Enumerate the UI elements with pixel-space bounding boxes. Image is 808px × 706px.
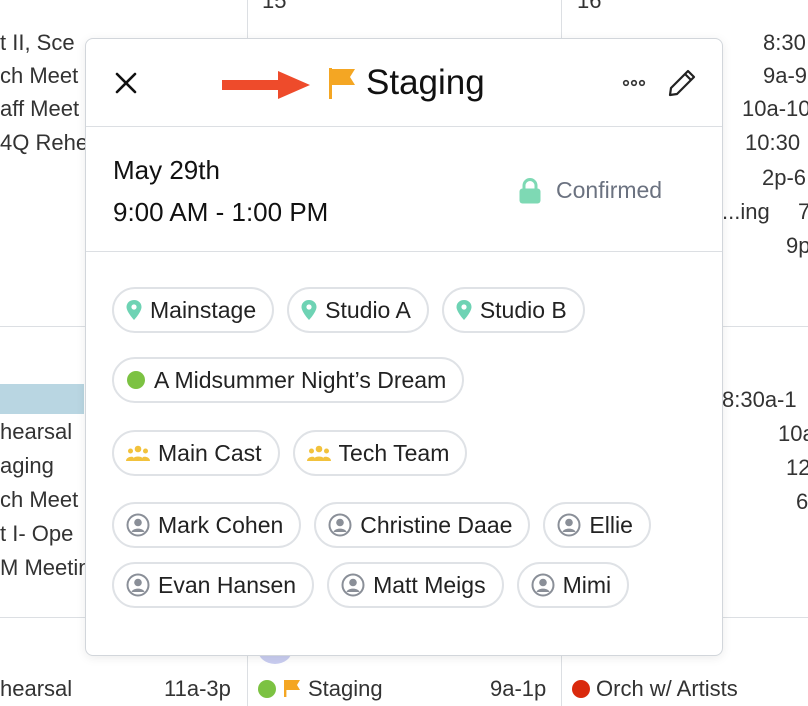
chip-label: Mainstage — [150, 296, 257, 323]
title-group: Staging — [328, 63, 485, 103]
status-dot — [572, 680, 590, 698]
event-label[interactable]: hearsal — [0, 419, 72, 445]
event-time: 9a-1p — [490, 676, 547, 701]
chip-label: Tech Team — [338, 439, 450, 466]
person-chip-mark-cohen[interactable]: Mark Cohen — [112, 502, 302, 548]
event-label[interactable]: aff Meet — [0, 96, 79, 122]
event-date: May 29th — [113, 155, 220, 185]
more-icon — [622, 79, 646, 87]
chip-label: Evan Hansen — [158, 571, 297, 598]
event-label[interactable]: ...ing — [722, 199, 770, 225]
location-chip-studio-b[interactable]: Studio B — [441, 287, 585, 333]
group-chip-tech-team[interactable]: Tech Team — [292, 430, 468, 476]
event-item-staging[interactable]: Staging — [258, 676, 383, 702]
time-section: May 29th 9:00 AM - 1:00 PM Confirmed — [86, 127, 722, 252]
event-time-range: 9:00 AM - 1:00 PM — [113, 197, 329, 227]
chip-label: Mimi — [562, 571, 612, 598]
person-chip-ellie[interactable]: Ellie — [543, 502, 651, 548]
person-icon — [328, 513, 352, 537]
status-dot-icon — [127, 371, 145, 389]
popover-header: Staging — [86, 39, 722, 127]
location-chip-mainstage[interactable]: Mainstage — [112, 287, 275, 333]
event-bar[interactable] — [0, 384, 84, 414]
day-number: 16 — [577, 0, 602, 13]
groups-row: Main Cast Tech Team — [112, 430, 468, 476]
people-row: Evan Hansen Matt Meigs Mimi — [112, 562, 630, 608]
event-time: 7 — [798, 199, 808, 224]
people-row: Mark Cohen Christine Daae Ellie — [112, 502, 651, 548]
event-label[interactable]: M Meetin — [0, 555, 90, 581]
event-time: 9a-9 — [763, 63, 808, 88]
event-time: 10a — [778, 421, 808, 446]
person-icon — [126, 513, 150, 537]
event-time: 12 — [786, 455, 808, 480]
chip-label: Ellie — [589, 511, 633, 538]
lock-icon — [519, 177, 541, 203]
production-chip[interactable]: A Midsummer Night’s Dream — [112, 357, 465, 403]
event-time: 11a-3p — [164, 676, 231, 701]
chip-label: Main Cast — [158, 439, 262, 466]
event-detail-popover: Staging May 29th 9:00 AM - 1:00 PM Confi… — [85, 38, 723, 656]
event-label[interactable]: t I- Ope — [0, 521, 73, 547]
group-chip-main-cast[interactable]: Main Cast — [112, 430, 280, 476]
chip-label: A Midsummer Night’s Dream — [154, 366, 447, 393]
day-number: 15 — [262, 0, 287, 13]
status-label: Confirmed — [556, 177, 663, 203]
map-pin-icon — [456, 300, 472, 320]
chip-label: Studio B — [479, 296, 567, 323]
event-time: 2p-6 — [762, 165, 807, 190]
person-chip-christine-daae[interactable]: Christine Daae — [314, 502, 531, 548]
event-label[interactable]: ch Meet — [0, 63, 78, 89]
chip-label: Christine Daae — [360, 511, 513, 538]
arrow-icon — [222, 71, 310, 99]
chip-label: Mark Cohen — [158, 511, 284, 538]
event-time: 8:30a-1 — [722, 387, 797, 412]
group-icon — [126, 445, 150, 461]
person-icon — [557, 513, 581, 537]
close-button[interactable] — [110, 67, 142, 99]
event-time: 10:30 — [745, 130, 801, 155]
close-icon — [115, 72, 137, 94]
event-item-orch[interactable]: Orch w/ Artists — [572, 676, 738, 702]
event-time: 8:30 — [763, 30, 806, 55]
event-label[interactable]: aging — [0, 453, 54, 479]
more-button[interactable] — [622, 73, 646, 93]
map-pin-icon — [126, 300, 142, 320]
person-icon — [341, 573, 365, 597]
status-dot — [258, 680, 276, 698]
person-icon — [126, 573, 150, 597]
event-label[interactable]: t II, Sce — [0, 30, 75, 56]
edit-button[interactable] — [666, 67, 698, 99]
person-chip-matt-meigs[interactable]: Matt Meigs — [327, 562, 504, 608]
locations-row: Mainstage Studio A Studio B — [112, 287, 585, 333]
map-pin-icon — [301, 300, 317, 320]
event-time: 9p — [786, 233, 808, 258]
group-icon — [306, 445, 331, 461]
event-label: Orch w/ Artists — [596, 676, 738, 701]
flag-icon — [329, 68, 355, 99]
event-label[interactable]: ch Meet — [0, 487, 78, 513]
person-chip-evan-hansen[interactable]: Evan Hansen — [112, 562, 315, 608]
event-time: 10a-10 — [742, 96, 808, 121]
chip-label: Studio A — [325, 296, 411, 323]
person-icon — [531, 573, 555, 597]
event-label[interactable]: 4Q Rehe — [0, 130, 88, 156]
status-badge: Confirmed — [518, 177, 662, 204]
location-chip-studio-a[interactable]: Studio A — [287, 287, 429, 333]
event-title: Staging — [366, 63, 485, 102]
pencil-icon — [668, 69, 696, 97]
flag-icon — [284, 680, 300, 697]
event-time: 6 — [796, 489, 808, 514]
event-label[interactable]: hearsal — [0, 676, 72, 702]
event-label: Staging — [308, 676, 383, 701]
person-chip-mimi[interactable]: Mimi — [516, 562, 630, 608]
production-row: A Midsummer Night’s Dream — [112, 357, 465, 403]
chip-label: Matt Meigs — [373, 571, 486, 598]
